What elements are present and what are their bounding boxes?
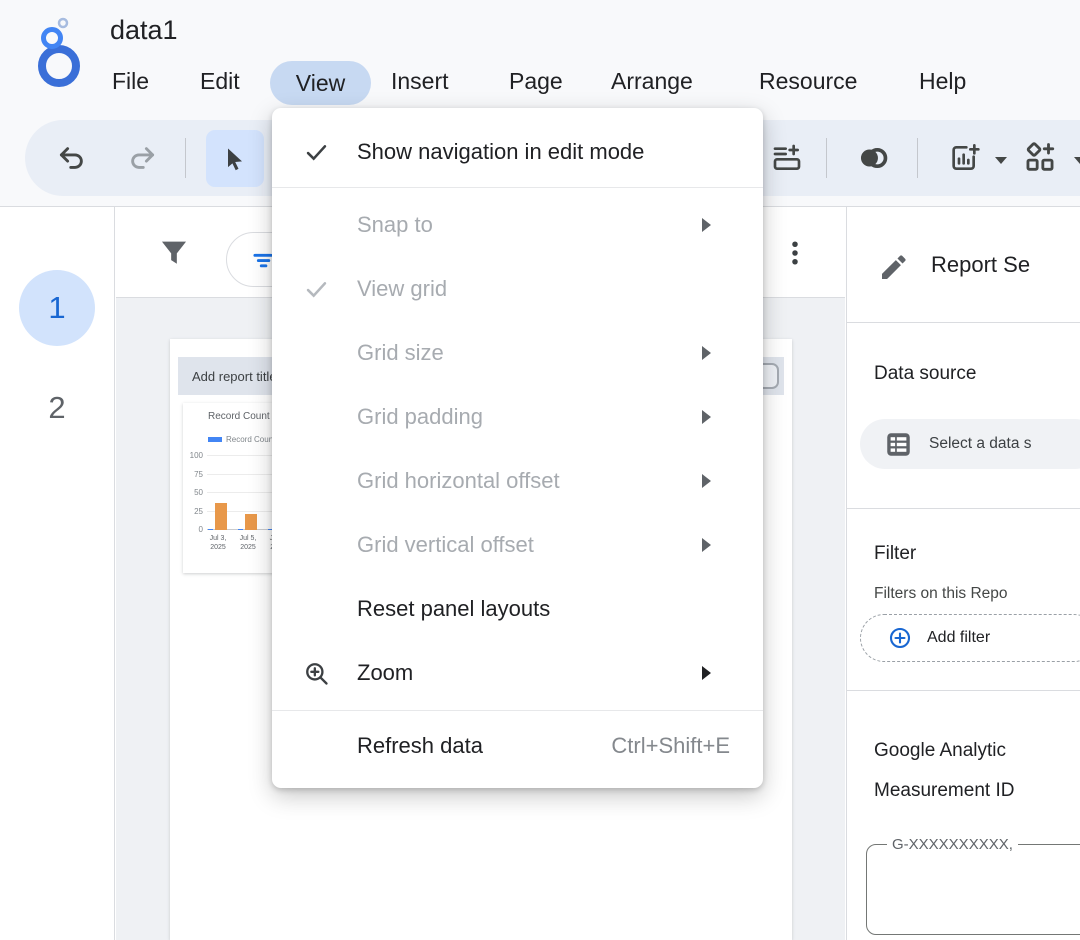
menu-divider [272,187,763,188]
google-analytics-heading: Google Analytic Measurement ID [874,731,1014,811]
submenu-arrow-icon [702,345,712,361]
zoom-in-icon [302,659,330,687]
add-community-visualization-dropdown-caret[interactable] [1072,155,1080,165]
menu-item-zoom[interactable]: Zoom [272,641,763,705]
toolbar-divider [185,138,186,178]
menu-page[interactable]: Page [509,68,563,95]
filter-heading: Filter [874,543,916,565]
panel-divider [847,690,1080,691]
toolbar-divider [826,138,827,178]
select-data-source-button[interactable]: Select a data s [860,419,1080,469]
looker-studio-logo[interactable] [28,16,88,94]
pages-navigation: 1 2 [0,207,115,940]
redo-icon [127,143,157,173]
submenu-arrow-icon [702,473,712,489]
menu-file[interactable]: File [112,68,149,95]
funnel-icon [157,236,191,270]
menu-divider [272,710,763,711]
toolbar-divider [917,138,918,178]
data-source-heading: Data source [874,363,976,385]
menu-insert[interactable]: Insert [391,68,449,95]
add-chart-button[interactable] [945,138,985,178]
blend-icon [856,141,890,175]
menu-arrange[interactable]: Arrange [611,68,693,95]
pencil-icon [878,251,910,283]
submenu-arrow-icon [702,665,712,681]
select-tool-button[interactable] [206,130,264,187]
view-dropdown-menu: Show navigation in edit mode Snap to Vie… [272,108,763,788]
submenu-arrow-icon [702,537,712,553]
add-chart-icon [949,142,981,174]
page-thumbnail-1[interactable]: 1 [19,270,95,346]
panel-header: Report Se [847,207,1080,322]
menu-item-snap-to: Snap to [272,193,763,257]
menu-item-grid-padding: Grid padding [272,385,763,449]
add-page-icon [771,142,803,174]
add-filter-button[interactable]: Add filter [860,614,1080,662]
menu-item-reset-panel-layouts[interactable]: Reset panel layouts [272,577,763,641]
add-page-button[interactable] [767,138,807,178]
page-thumbnail-2[interactable]: 2 [19,370,95,446]
menu-view[interactable]: View [270,61,371,105]
shortcut-label: Ctrl+Shift+E [611,733,730,759]
menu-item-view-grid: View grid [272,257,763,321]
redo-button[interactable] [122,138,162,178]
blend-data-button[interactable] [853,138,893,178]
submenu-arrow-icon [702,409,712,425]
measurement-id-input[interactable]: G-XXXXXXXXXX, [866,844,1080,935]
check-icon [303,139,330,166]
undo-icon [57,143,87,173]
cursor-icon [221,145,249,173]
panel-title: Report Se [931,252,1030,278]
data-table-icon [885,431,912,458]
community-visualization-icon [1023,141,1057,175]
menu-item-show-navigation[interactable]: Show navigation in edit mode [272,122,763,182]
menu-item-grid-vertical-offset: Grid vertical offset [272,513,763,577]
report-settings-panel: Report Se Data source Select a data s Fi… [846,207,1080,940]
filter-subheading: Filters on this Repo [874,585,1008,603]
menu-help[interactable]: Help [919,68,966,95]
filter-button[interactable] [154,233,194,273]
more-options-button[interactable] [775,233,815,273]
menu-item-refresh-data[interactable]: Refresh data Ctrl+Shift+E [272,716,763,776]
plus-circle-icon [888,626,912,650]
document-title[interactable]: data1 [110,15,178,46]
undo-button[interactable] [52,138,92,178]
menu-resource[interactable]: Resource [759,68,857,95]
menu-item-grid-size: Grid size [272,321,763,385]
panel-divider [847,508,1080,509]
legend-swatch-record-count [208,437,222,442]
add-chart-dropdown-caret[interactable] [993,155,1009,165]
submenu-arrow-icon [702,217,712,233]
add-community-visualization-button[interactable] [1020,138,1060,178]
panel-divider [847,322,1080,323]
menu-edit[interactable]: Edit [200,68,240,95]
kebab-menu-icon [780,238,810,268]
check-icon [303,276,330,303]
menu-item-grid-horizontal-offset: Grid horizontal offset [272,449,763,513]
measurement-id-label: G-XXXXXXXXXX, [887,836,1018,853]
legend-label: Record Count [226,435,275,444]
